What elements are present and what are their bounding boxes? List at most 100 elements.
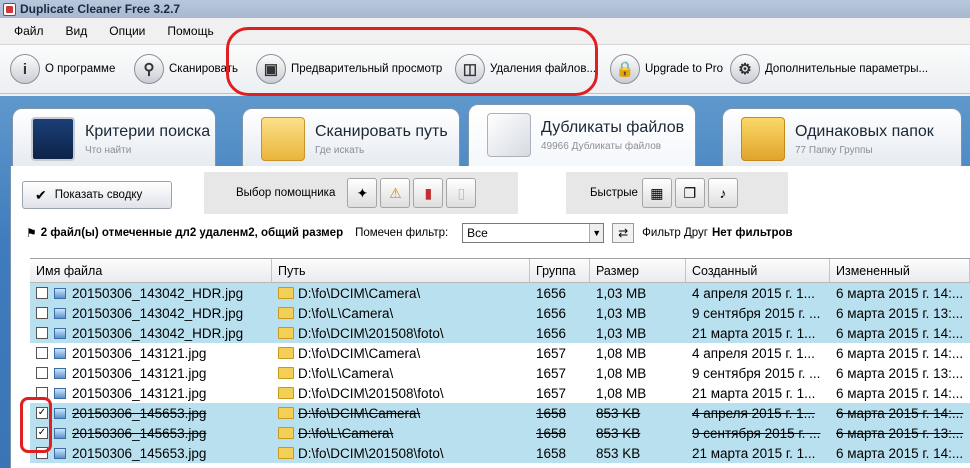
filter-friend-label: Фильтр Друг <box>642 227 708 239</box>
path-cell: D:\fo\L\Camera\ <box>272 366 530 381</box>
menu-help[interactable]: Помощь <box>167 24 213 38</box>
show-summary-button[interactable]: ✔ Показать сводку <box>22 181 172 209</box>
group-cell: 1656 <box>530 286 590 301</box>
created-text: 9 сентября 2015 г. ... <box>692 365 821 381</box>
table-row[interactable]: 20150306_143042_HDR.jpg D:\fo\L\Camera\ 16… <box>30 303 970 323</box>
filename-text: 20150306_143121.jpg <box>72 385 207 401</box>
modified-text: 6 марта 2015 г. 14:... <box>836 405 964 421</box>
menu-file[interactable]: Файл <box>14 24 44 38</box>
created-cell: 9 сентября 2015 г. ... <box>686 426 830 441</box>
path-text: D:\fo\DCIM\Camera\ <box>298 405 421 421</box>
size-cell: 1,08 MB <box>590 346 686 361</box>
image-file-icon <box>54 327 66 339</box>
image-file-icon <box>54 407 66 419</box>
music-icon[interactable]: ♪ <box>707 178 738 208</box>
folder-search-icon <box>261 117 305 161</box>
about-button[interactable]: i О программе <box>10 51 115 87</box>
mark-folder-icon[interactable]: ▮ <box>413 178 444 208</box>
table-row[interactable]: 20150306_143121.jpg D:\fo\DCIM\201508\fot… <box>30 383 970 403</box>
window-title: Duplicate Cleaner Free 3.2.7 <box>20 2 181 16</box>
filename-text: 20150306_145653.jpg <box>72 445 207 461</box>
column-header-size[interactable]: Размер <box>590 259 686 282</box>
filter-select[interactable]: Все ▼ <box>462 223 605 243</box>
column-header-group[interactable]: Группа <box>530 259 590 282</box>
filter-label: Помечен фильтр: <box>355 227 449 239</box>
row-checkbox[interactable] <box>36 287 48 299</box>
window-view-icon[interactable]: ❐ <box>674 178 705 208</box>
folder-icon <box>278 287 294 299</box>
size-cell: 1,03 MB <box>590 286 686 301</box>
upgrade-button[interactable]: 🔒 Upgrade to Pro <box>610 51 723 87</box>
modified-text: 6 марта 2015 г. 14:... <box>836 325 964 341</box>
folder-icon <box>278 427 294 439</box>
filename-text: 20150306_145653.jpg <box>72 425 207 441</box>
group-text: 1657 <box>536 345 567 361</box>
folder-icon <box>278 327 294 339</box>
upgrade-label: Upgrade to Pro <box>645 63 723 75</box>
annotation-toolbar-highlight <box>226 27 598 96</box>
folder-icon <box>278 307 294 319</box>
row-checkbox[interactable] <box>36 307 48 319</box>
size-cell: 1,08 MB <box>590 366 686 381</box>
tab-identical-folders-label: Одинаковых папок <box>795 123 934 140</box>
row-checkbox[interactable] <box>36 327 48 339</box>
size-cell: 853 KB <box>590 446 686 461</box>
table-row[interactable]: ✓ 20150306_145653.jpg D:\fo\L\Camera\ 1658 8… <box>30 423 970 443</box>
modified-cell: 6 марта 2015 г. 14:... <box>830 346 970 361</box>
refresh-filter-button[interactable]: ⇄ <box>612 223 635 243</box>
annotation-checkbox-highlight <box>20 397 52 453</box>
tab-duplicate-files[interactable]: Дубликаты файлов 49966 Дубликаты файлов <box>468 104 696 168</box>
column-header-filename[interactable]: Имя файла <box>30 259 272 282</box>
column-header-created[interactable]: Созданный <box>686 259 830 282</box>
group-text: 1657 <box>536 385 567 401</box>
group-cell: 1657 <box>530 386 590 401</box>
selection-assistant-group: Выбор помощника ✦ ⚠ ▮ ▯ <box>204 172 518 214</box>
created-cell: 21 марта 2015 г. 1... <box>686 446 830 461</box>
blank-doc-icon[interactable]: ▯ <box>446 178 477 208</box>
filename-text: 20150306_145653.jpg <box>72 405 207 421</box>
tab-scan-path-sub: Где искать <box>315 145 365 156</box>
table-row[interactable]: 20150306_143121.jpg D:\fo\L\Camera\ 1657 1,… <box>30 363 970 383</box>
tab-search-criteria[interactable]: Критерии поиска Что найти <box>12 108 216 166</box>
show-summary-label: Показать сводку <box>54 189 143 201</box>
filter-friend-value: Нет фильтров <box>712 227 793 239</box>
table-row[interactable]: 20150306_143042_HDR.jpg D:\fo\DCIM\201508… <box>30 323 970 343</box>
scan-button[interactable]: ⚲ Сканировать <box>134 51 238 87</box>
filename-cell: 20150306_145653.jpg <box>30 446 272 461</box>
group-cell: 1658 <box>530 406 590 421</box>
table-row[interactable]: 20150306_145653.jpg D:\fo\DCIM\201508\fot… <box>30 443 970 463</box>
column-header-path[interactable]: Путь <box>272 259 530 282</box>
path-text: D:\fo\L\Camera\ <box>298 305 394 321</box>
table-row[interactable]: ✓ 20150306_145653.jpg D:\fo\DCIM\Camera\ 16… <box>30 403 970 423</box>
warning-icon[interactable]: ⚠ <box>380 178 411 208</box>
filename-text: 20150306_143042_HDR.jpg <box>72 285 244 301</box>
menu-view[interactable]: Вид <box>66 24 88 38</box>
row-checkbox[interactable] <box>36 347 48 359</box>
grid-view-icon[interactable]: ▦ <box>641 178 672 208</box>
modified-cell: 6 марта 2015 г. 14:... <box>830 326 970 341</box>
group-text: 1656 <box>536 285 567 301</box>
table-row[interactable]: 20150306_143042_HDR.jpg D:\fo\DCIM\Camera… <box>30 283 970 303</box>
advanced-settings-button[interactable]: ⚙ Дополнительные параметры... <box>730 51 928 87</box>
path-cell: D:\fo\DCIM\201508\foto\ <box>272 326 530 341</box>
filter-select-value: Все <box>467 226 488 240</box>
size-text: 853 KB <box>596 405 641 421</box>
folder-icon <box>278 347 294 359</box>
modified-text: 6 марта 2015 г. 13:... <box>836 305 964 321</box>
column-header-modified[interactable]: Измененный <box>830 259 970 282</box>
path-text: D:\fo\DCIM\Camera\ <box>298 345 421 361</box>
row-checkbox[interactable] <box>36 367 48 379</box>
tab-scan-path[interactable]: Сканировать путь Где искать <box>242 108 460 166</box>
size-text: 1,03 MB <box>596 285 647 301</box>
size-text: 1,08 MB <box>596 365 647 381</box>
path-cell: D:\fo\DCIM\201508\foto\ <box>272 446 530 461</box>
menu-options[interactable]: Опции <box>109 24 145 38</box>
table-row[interactable]: 20150306_143121.jpg D:\fo\DCIM\Camera\ 165… <box>30 343 970 363</box>
size-text: 1,03 MB <box>596 325 647 341</box>
path-text: D:\fo\DCIM\201508\foto\ <box>298 445 444 461</box>
wand-icon[interactable]: ✦ <box>347 178 378 208</box>
tab-identical-folders[interactable]: Одинаковых папок 77 Папку Группы <box>722 108 962 166</box>
path-cell: D:\fo\DCIM\Camera\ <box>272 406 530 421</box>
size-cell: 853 KB <box>590 426 686 441</box>
magnifier-icon: ⚲ <box>134 54 164 84</box>
